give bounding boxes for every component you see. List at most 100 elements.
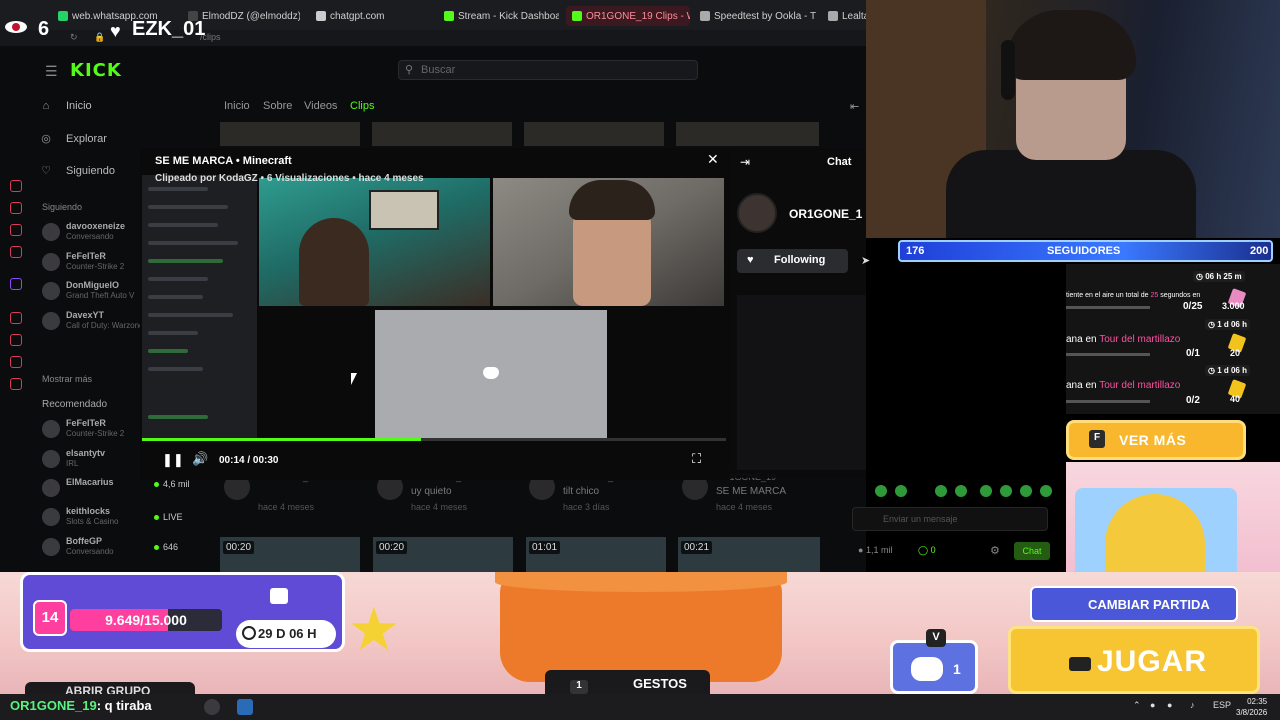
network-icon[interactable]: ● [1150,700,1155,710]
gestures-button[interactable]: 1 GESTOS [545,670,710,694]
sidebar-channel[interactable]: BoffeGP Conversando 646 [42,536,178,560]
clip-thumbnail[interactable]: 01:01 [526,537,666,572]
sidebar-channel[interactable]: keithlocks Slots & Casino LIVE [42,506,183,530]
emote-icon[interactable] [1000,485,1012,497]
tab-clips[interactable]: Clips [350,100,374,112]
rail-icon[interactable] [10,246,22,258]
nav-label: Siguiendo [66,164,115,177]
chat-message: q tiraba [104,698,152,713]
tab-speedtest[interactable]: Speedtest by Ookla - The [700,6,816,26]
quest-progress-bar [1066,400,1150,403]
menu-icon[interactable]: ☰ [45,63,58,80]
quest-time: 06 h 25 m [1205,272,1242,281]
clip-thumbnail[interactable]: 00:20 [220,537,360,572]
goal-label: SEGUIDORES [1047,245,1121,257]
emote-icon[interactable] [895,485,907,497]
collapse-icon[interactable]: ⇤ [850,100,859,113]
search-input[interactable]: ⚲ Buscar [398,60,698,80]
twitch-icon[interactable] [10,278,22,290]
emote-icon[interactable] [1020,485,1032,497]
address-bar[interactable]: ↻ 🔒 /clips [0,30,866,46]
sidebar-channel[interactable]: FeFeITeR Counter-Strike 2 [42,418,152,442]
clip-thumbnail[interactable] [220,122,360,146]
rail-icon[interactable] [10,202,22,214]
change-match-button[interactable]: CAMBIAR PARTIDA [1030,586,1238,622]
nav-inicio[interactable]: ⌂ Inicio [38,100,148,112]
system-clock[interactable]: 02:35 3/8/2026 [1236,696,1267,718]
tab-sobre[interactable]: Sobre [263,100,292,112]
quest-timer: ◷ 1 d 06 h [1205,319,1250,330]
clip-title: SE ME MARCA • Minecraft [155,155,292,167]
microphone-icon[interactable]: ● [1167,700,1172,710]
nav-explorar[interactable]: ◎ Explorar [38,132,148,146]
channel-name: elsantytv [66,448,106,458]
gear-icon[interactable] [10,378,22,390]
quest-text: ana en Tour del martillazo [1066,334,1180,345]
collapse-icon[interactable]: ⇥ [740,155,750,169]
language-indicator[interactable]: ESP [1213,700,1231,710]
emote-icon[interactable] [935,485,947,497]
volume-icon[interactable]: ♪ [1190,700,1195,710]
sidebar-channel[interactable]: ElMacarius 4,6 mil [42,477,190,501]
discord-icon [483,367,499,379]
emote-icon[interactable] [955,485,967,497]
nav-siguiendo[interactable]: ♡ Siguiendo [38,164,148,178]
sidebar-channel[interactable]: elsantytv IRL [42,448,152,472]
emote-icon[interactable] [1040,485,1052,497]
channel-game: Counter-Strike 2 [66,429,125,438]
sidebar-channel[interactable]: DonMiguelO Grand Theft Auto V [42,280,152,304]
play-button[interactable]: JUGAR [1008,626,1260,694]
reload-icon[interactable]: ↻ [70,32,78,43]
gear-icon[interactable]: ⚙ [990,544,1000,557]
rail-icon[interactable] [10,356,22,368]
clip-thumbnail[interactable]: 00:21 [678,537,820,572]
headphones [1001,40,1015,100]
clock-time: 02:35 [1247,697,1268,706]
emote-icon[interactable] [875,485,887,497]
clip-date: hace 4 meses [411,502,468,512]
fullscreen-icon[interactable]: ⛶ [692,451,701,467]
clip-thumbnail[interactable] [676,122,819,146]
volume-icon[interactable]: 🔊 [192,451,208,467]
show-more-link[interactable]: Mostrar más [42,374,92,384]
kick-logo[interactable]: KICK [70,60,122,81]
chat-send-button[interactable]: Chat [1014,542,1050,560]
channel-name: ElMacarius [66,477,114,487]
kick-icon [444,11,454,21]
close-icon[interactable]: ✕ [707,151,719,168]
clip-thumbnail[interactable] [524,122,664,146]
rail-icon[interactable] [10,180,22,192]
app-icon[interactable] [237,699,253,715]
following-button[interactable]: ♥ Following [737,249,848,273]
kick-icon [572,11,582,21]
steam-icon[interactable] [204,699,220,715]
quest-highlight: Tour del martillazo [1099,334,1181,345]
sidebar-channel[interactable]: FeFeITeR Counter-Strike 2 [42,251,152,275]
mouse-cursor [351,373,363,385]
latest-follower: EZK_01 [132,18,206,40]
gestures-key: 1 [570,680,588,694]
channel-avatar[interactable] [737,193,777,233]
chevron-up-icon[interactable]: ⌃ [1133,700,1141,711]
tab-kick-dashboard[interactable]: Stream - Kick Dashboard [444,6,559,26]
channel-game: Counter-Strike 2 [66,262,125,271]
party-button[interactable]: V1 [890,629,978,694]
channel-name[interactable]: OR1GONE_1 [789,207,862,221]
whatsapp-icon [58,11,68,21]
emote-icon[interactable] [980,485,992,497]
pause-icon[interactable]: ❚❚ [162,452,184,468]
rail-icon[interactable] [10,224,22,236]
tab-inicio[interactable]: Inicio [224,100,250,112]
tab-videos[interactable]: Videos [304,100,337,112]
clip-thumbnail[interactable]: 00:20 [373,537,513,572]
share-icon[interactable]: ➤ [861,254,870,267]
chat-input[interactable]: Enviar un mensaje [852,507,1048,531]
rail-icon[interactable] [10,312,22,324]
tab-lealta[interactable]: Lealta [828,6,866,26]
rail-icon[interactable] [10,334,22,346]
tab-chatgpt[interactable]: chatgpt.com [316,6,426,26]
sidebar-channel[interactable]: davooxeneize Conversando [42,221,152,245]
sidebar-channel[interactable]: DavexYT Call of Duty: Warzone [42,310,152,334]
tab-clips[interactable]: OR1GONE_19 Clips - W [566,6,690,26]
clip-thumbnail[interactable] [372,122,512,146]
